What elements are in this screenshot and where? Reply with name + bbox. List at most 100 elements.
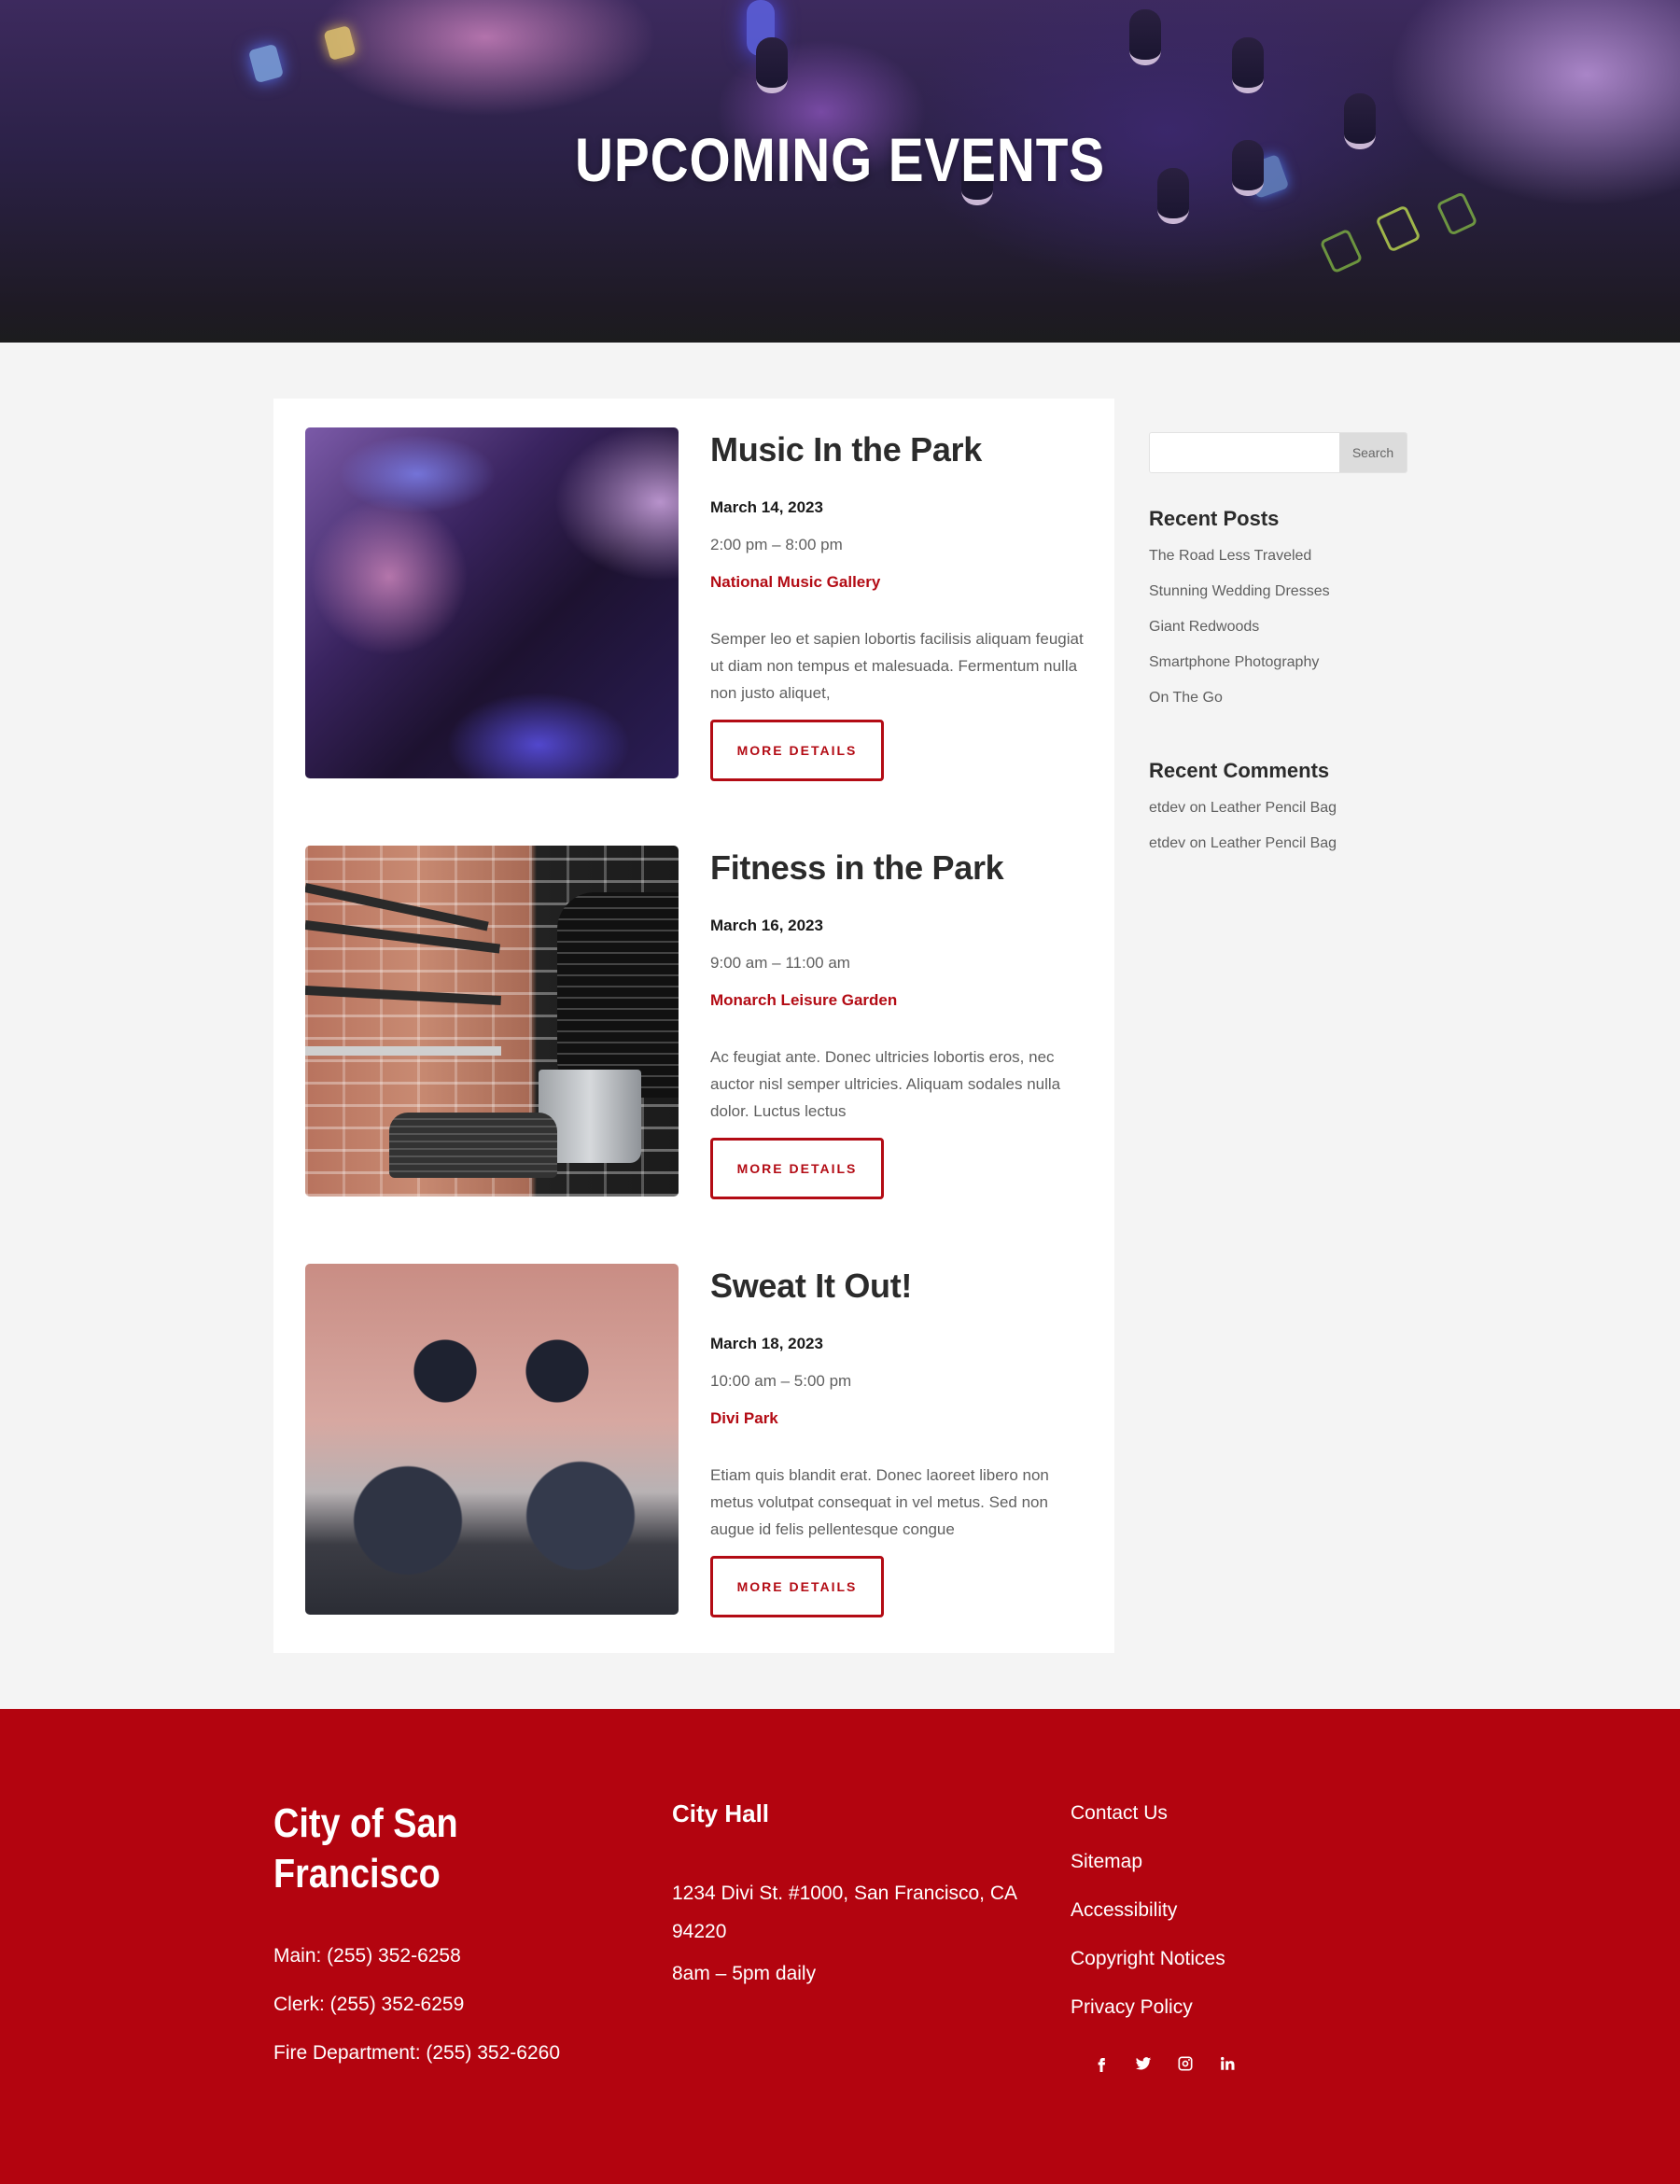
list-item: The Road Less Traveled (1149, 539, 1410, 574)
list-item: Stunning Wedding Dresses (1149, 574, 1410, 609)
hero-bg-light (323, 24, 357, 62)
hero-bg-button (1319, 228, 1364, 274)
event-venue-link[interactable]: National Music Gallery (710, 571, 880, 594)
hero-bg-button (1435, 191, 1478, 236)
recent-posts-widget: Recent Posts The Road Less Traveled Stun… (1149, 505, 1410, 716)
event-item: Fitness in the Park March 16, 2023 9:00 … (305, 846, 1102, 1199)
event-time: 9:00 am – 11:00 am (710, 954, 850, 972)
page-title: UPCOMING EVENTS (575, 125, 1105, 194)
recent-post-link[interactable]: Giant Redwoods (1149, 619, 1259, 635)
comment-author: etdev (1149, 835, 1186, 851)
event-date: March 18, 2023 (710, 1335, 823, 1352)
footer-brand: City of San Francisco (273, 1800, 458, 1897)
image-detail (305, 986, 501, 1005)
recent-comments-title: Recent Comments (1149, 759, 1330, 782)
footer-link-copyright[interactable]: Copyright Notices (1071, 1948, 1225, 1969)
recent-post-link[interactable]: The Road Less Traveled (1149, 548, 1311, 564)
list-item: On The Go (1149, 680, 1410, 716)
event-info: Music In the Park March 14, 2023 2:00 pm… (710, 427, 1102, 781)
phone-item: Clerk: (255) 352-6259 (273, 1994, 465, 2015)
phone-item: Main: (255) 352-6258 (273, 1945, 461, 1967)
facebook-link[interactable] (1080, 2050, 1122, 2078)
event-image[interactable] (305, 427, 679, 778)
sidebar: Search Recent Posts The Road Less Travel… (1149, 432, 1410, 861)
list-item: etdev on Leather Pencil Bag (1149, 791, 1410, 826)
footer-links: Contact Us Sitemap Accessibility Copyrig… (1071, 1799, 1407, 2022)
hero-bg-light (247, 43, 285, 84)
city-hall-title: City Hall (672, 1799, 770, 1827)
linkedin-link[interactable] (1206, 2050, 1248, 2078)
image-detail (389, 1113, 557, 1178)
list-item: Sitemap (1071, 1848, 1407, 1876)
event-title[interactable]: Sweat It Out! (710, 1264, 1102, 1309)
comment-post-link[interactable]: Leather Pencil Bag (1211, 835, 1337, 851)
search-form: Search (1149, 432, 1407, 473)
event-item: Music In the Park March 14, 2023 2:00 pm… (305, 427, 1102, 781)
event-item: Sweat It Out! March 18, 2023 10:00 am – … (305, 1264, 1102, 1617)
social-links (1080, 2050, 1407, 2078)
comment-connector: on (1189, 800, 1207, 816)
more-details-button[interactable]: MORE DETAILS (710, 1138, 884, 1199)
list-item: Accessibility (1071, 1897, 1407, 1925)
event-description: Ac feugiat ante. Donec ultricies loborti… (710, 1048, 1061, 1120)
search-input[interactable] (1150, 433, 1339, 472)
recent-posts-title: Recent Posts (1149, 507, 1280, 530)
event-description: Etiam quis blandit erat. Donec laoreet l… (710, 1466, 1049, 1538)
recent-post-link[interactable]: Smartphone Photography (1149, 654, 1319, 670)
footer-links-column: Contact Us Sitemap Accessibility Copyrig… (1071, 1709, 1407, 2078)
event-image[interactable] (305, 1264, 679, 1615)
footer-contact-column: City of San Francisco Main: (255) 352-62… (273, 1709, 628, 2088)
recent-posts-list: The Road Less Traveled Stunning Wedding … (1149, 539, 1410, 716)
city-hall-hours: 8am – 5pm daily (672, 1963, 817, 1984)
events-list: Music In the Park March 14, 2023 2:00 pm… (273, 399, 1114, 1653)
event-image[interactable] (305, 846, 679, 1197)
event-date: March 14, 2023 (710, 498, 823, 516)
footer: City of San Francisco Main: (255) 352-62… (0, 1709, 1680, 2184)
list-item: Contact Us (1071, 1799, 1407, 1827)
hero-bg-knob (1232, 37, 1264, 93)
footer-link-contact-us[interactable]: Contact Us (1071, 1802, 1168, 1824)
event-time: 10:00 am – 5:00 pm (710, 1372, 852, 1390)
comment-author: etdev (1149, 800, 1186, 816)
image-detail (305, 1046, 501, 1056)
more-details-button[interactable]: MORE DETAILS (710, 720, 884, 781)
linkedin-icon (1220, 2056, 1234, 2070)
recent-comments-widget: Recent Comments etdev on Leather Pencil … (1149, 757, 1410, 861)
hero-bg-knob (1129, 9, 1161, 65)
event-title[interactable]: Music In the Park (710, 427, 1102, 472)
recent-post-link[interactable]: On The Go (1149, 690, 1223, 706)
list-item: Giant Redwoods (1149, 609, 1410, 645)
event-info: Fitness in the Park March 16, 2023 9:00 … (710, 846, 1102, 1199)
event-venue-link[interactable]: Monarch Leisure Garden (710, 989, 897, 1012)
hero-banner: UPCOMING EVENTS (0, 0, 1680, 343)
event-venue-link[interactable]: Divi Park (710, 1407, 778, 1430)
twitter-link[interactable] (1122, 2050, 1164, 2078)
phone-list: Main: (255) 352-6258 Clerk: (255) 352-62… (273, 1942, 628, 2067)
hero-bg-button (1375, 204, 1421, 253)
instagram-link[interactable] (1164, 2050, 1206, 2078)
event-info: Sweat It Out! March 18, 2023 10:00 am – … (710, 1264, 1102, 1617)
comment-connector: on (1189, 835, 1207, 851)
image-detail (557, 892, 679, 1098)
footer-link-privacy[interactable]: Privacy Policy (1071, 1996, 1193, 2018)
twitter-icon (1135, 2057, 1151, 2070)
list-item: Copyright Notices (1071, 1945, 1407, 1973)
event-time: 2:00 pm – 8:00 pm (710, 536, 843, 553)
footer-link-sitemap[interactable]: Sitemap (1071, 1851, 1142, 1872)
event-date: March 16, 2023 (710, 917, 823, 934)
event-title[interactable]: Fitness in the Park (710, 846, 1102, 890)
recent-post-link[interactable]: Stunning Wedding Dresses (1149, 583, 1330, 599)
phone-item: Fire Department: (255) 352-6260 (273, 2042, 560, 2064)
comment-post-link[interactable]: Leather Pencil Bag (1211, 800, 1337, 816)
list-item: etdev on Leather Pencil Bag (1149, 826, 1410, 861)
footer-link-accessibility[interactable]: Accessibility (1071, 1899, 1177, 1921)
event-description: Semper leo et sapien lobortis facilisis … (710, 630, 1084, 702)
list-item: Smartphone Photography (1149, 645, 1410, 680)
list-item: Privacy Policy (1071, 1994, 1407, 2022)
facebook-icon (1098, 2058, 1105, 2072)
recent-comments-list: etdev on Leather Pencil Bag etdev on Lea… (1149, 791, 1410, 861)
search-button[interactable]: Search (1339, 433, 1407, 472)
hero-bg-knob (756, 37, 788, 93)
city-hall-address: 1234 Divi St. #1000, San Francisco, CA 9… (672, 1883, 1016, 1942)
more-details-button[interactable]: MORE DETAILS (710, 1556, 884, 1617)
